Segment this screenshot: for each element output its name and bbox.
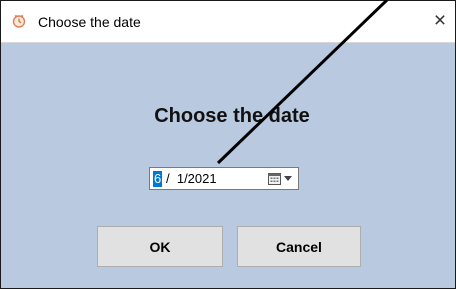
cancel-button-label: Cancel [276,238,322,255]
ok-button-label: OK [149,238,171,255]
dialog-heading: Choose the date [154,105,310,127]
window-title: Choose the date [38,14,141,30]
cancel-button[interactable]: Cancel [237,226,361,267]
dialog-window: Choose the date × Choose the date 6 / 1/… [0,0,456,289]
chevron-down-icon[interactable] [284,176,292,181]
close-button[interactable]: × [427,7,453,35]
calendar-icon[interactable] [268,172,281,185]
date-month-segment[interactable]: 6 [153,171,163,187]
clock-icon [12,14,26,28]
ok-button[interactable]: OK [97,226,223,267]
title-bar: Choose the date × [1,1,455,43]
date-value[interactable]: / 1/2021 [166,171,217,187]
close-icon: × [433,9,447,32]
date-picker[interactable]: 6 / 1/2021 [149,167,299,190]
